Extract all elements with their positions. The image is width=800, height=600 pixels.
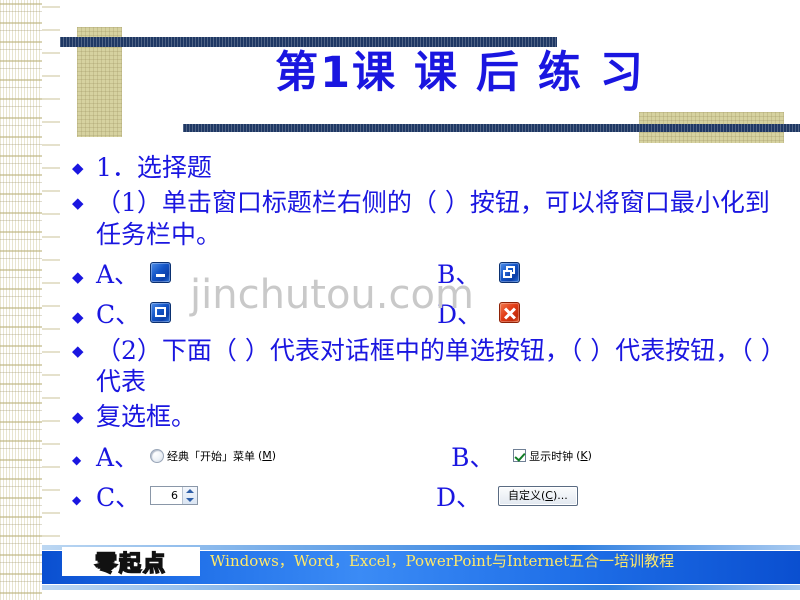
- window-close-icon[interactable]: [499, 302, 520, 324]
- left-edge-texture: [0, 0, 42, 600]
- radio-option-mnemonic: (M): [258, 449, 277, 462]
- option-label-c: C、: [96, 299, 141, 329]
- bullet-marker-icon: ◆: [72, 194, 84, 213]
- title-decoration-bar-top: [60, 37, 557, 47]
- window-restore-icon[interactable]: [499, 262, 520, 284]
- footer-accent-bottom: [42, 585, 800, 590]
- bullet-marker-icon: ◆: [72, 307, 84, 326]
- window-maximize-icon[interactable]: [150, 302, 171, 324]
- widget-label-a: A、: [96, 442, 140, 472]
- widget-row-ab: ◆ A、 经典「开始」菜单 (M) B、 显示时钟 (K): [72, 441, 792, 472]
- checkbox-checked-icon[interactable]: [513, 449, 527, 462]
- radio-button-icon[interactable]: [150, 448, 164, 463]
- checkbox-option-show-clock[interactable]: 显示时钟 (K): [513, 448, 592, 464]
- checkbox-option-mnemonic: (K): [576, 449, 592, 462]
- customize-button-suffix: ...: [557, 488, 568, 502]
- slide-footer: 零起点 Windows，Word，Excel，PowerPoint与Intern…: [42, 545, 800, 590]
- widget-label-c: C、: [96, 482, 141, 512]
- spinner-value[interactable]: 6: [151, 487, 182, 504]
- title-decoration-bar-bottom: [183, 124, 800, 132]
- bullet-item-question-1: ◆ （1）单击窗口标题栏右侧的（ ）按钮，可以将窗口最小化到任务栏中。: [72, 187, 792, 250]
- customize-button-text: 自定义: [508, 488, 541, 502]
- option-label-d: D、: [437, 299, 483, 329]
- maximize-glyph: [155, 307, 166, 318]
- radio-option-classic-start-menu[interactable]: 经典「开始」菜单 (M): [150, 448, 276, 464]
- customize-button-mnemonic: C: [545, 488, 553, 502]
- footer-tagline: Windows，Word，Excel，PowerPoint与Internet五合…: [210, 552, 675, 570]
- bullet-item-question-2: ◆ （2）下面（ ）代表对话框中的单选按钮，（ ）代表按钮，（ ）代表: [72, 335, 792, 398]
- bullet-marker-icon: ◆: [72, 267, 84, 286]
- bullet-text-choice-heading: 1．选择题: [96, 153, 212, 182]
- window-minimize-icon[interactable]: [150, 262, 171, 284]
- option-row-cd-icons: ◆ C、 D、: [72, 296, 792, 330]
- bullet-marker-icon: ◆: [72, 492, 82, 507]
- radio-option-text: 经典「开始」菜单: [167, 449, 255, 463]
- minimize-glyph: [156, 274, 165, 278]
- slide-title: 第1课 课 后 练 习: [275, 48, 645, 98]
- slide-body: ◆ 1．选择题 ◆ （1）单击窗口标题栏右侧的（ ）按钮，可以将窗口最小化到任务…: [72, 152, 792, 512]
- slide-canvas: 第1课 课 后 练 习 ◆ 1．选择题 ◆ （1）单击窗口标题栏右侧的（ ）按钮…: [0, 0, 800, 600]
- bullet-marker-icon: ◆: [72, 408, 84, 427]
- bullet-text-question-2: （2）下面（ ）代表对话框中的单选按钮，（ ）代表按钮，（ ）代表: [96, 335, 786, 396]
- number-spinner[interactable]: 6: [150, 486, 198, 505]
- spinner-down-arrow-icon[interactable]: [183, 496, 197, 505]
- spinner-arrows[interactable]: [182, 487, 197, 504]
- footer-logo-text: 零起点: [94, 551, 167, 578]
- restore-glyph-front: [503, 270, 512, 279]
- option-row-ab-icons: ◆ A、 B、: [72, 256, 792, 290]
- bullet-marker-icon: ◆: [72, 452, 82, 467]
- customize-button[interactable]: 自定义(C)...: [498, 485, 578, 506]
- footer-logo: 零起点: [62, 547, 200, 578]
- widget-label-b: B、: [451, 442, 495, 472]
- bullet-item-choice-heading: ◆ 1．选择题: [72, 152, 792, 183]
- bullet-marker-icon: ◆: [72, 159, 84, 177]
- bullet-text-question-1: （1）单击窗口标题栏右侧的（ ）按钮，可以将窗口最小化到任务栏中。: [96, 188, 770, 249]
- left-edge-texture-secondary: [42, 0, 60, 600]
- widget-label-d: D、: [436, 482, 482, 512]
- bullet-text-question-2-cont: 复选框。: [96, 402, 197, 432]
- option-label-a: A、: [96, 259, 140, 289]
- bullet-item-question-2-cont: ◆ 复选框。: [72, 401, 792, 432]
- bullet-marker-icon: ◆: [72, 341, 84, 360]
- widget-row-cd: ◆ C、 6 D、 自定义(C)...: [72, 481, 792, 512]
- checkbox-option-text: 显示时钟: [529, 449, 574, 463]
- spinner-up-arrow-icon[interactable]: [183, 487, 197, 496]
- option-label-b: B、: [437, 259, 481, 289]
